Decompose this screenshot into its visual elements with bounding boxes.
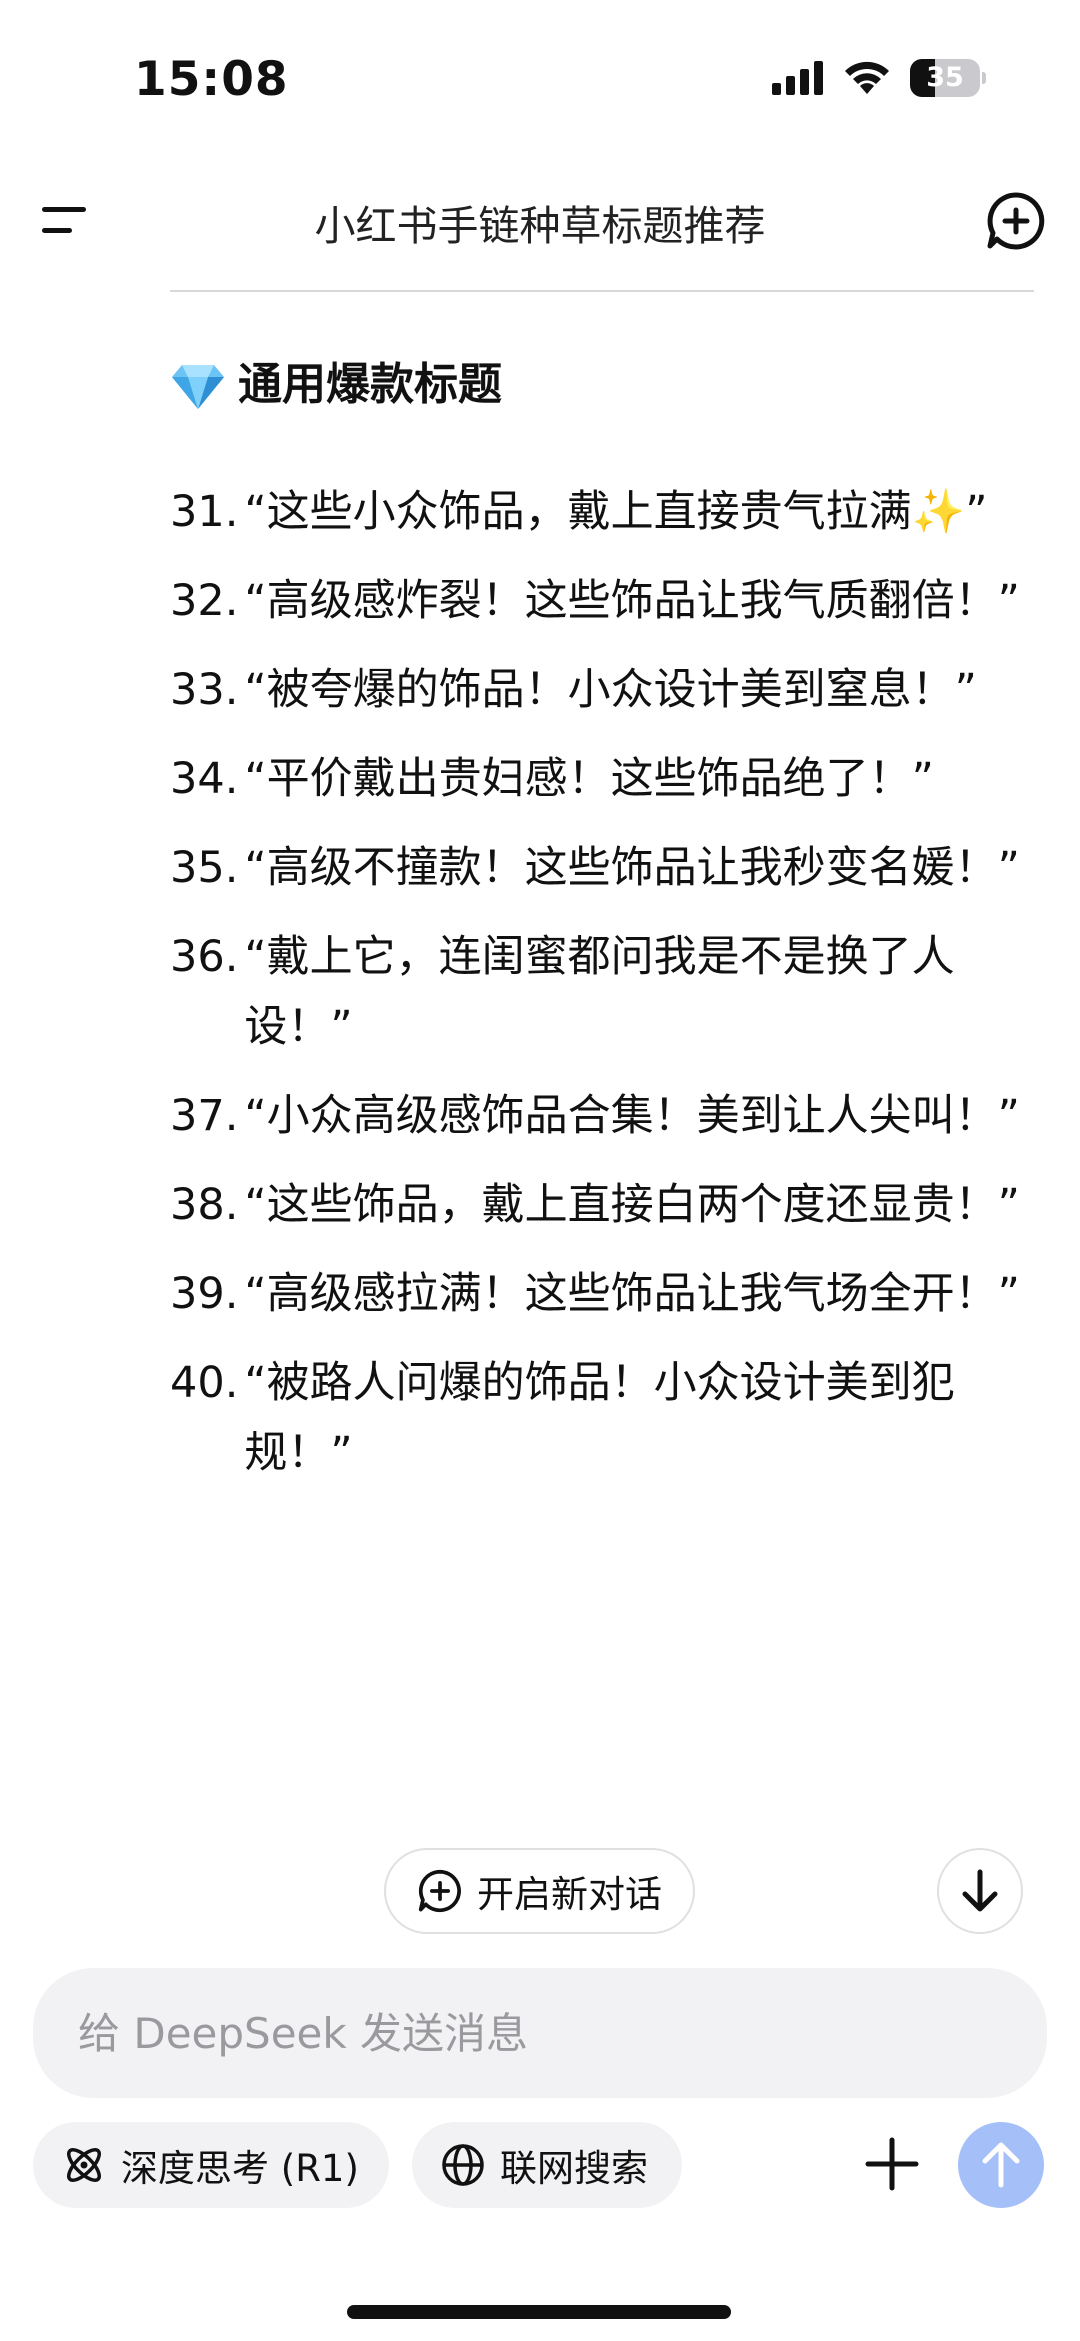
message-input[interactable] — [33, 1968, 1047, 2098]
list-item: 37. “小众高级感饰品合集！美到让人尖叫！” — [170, 1081, 1040, 1151]
list-item-text: “这些饰品，戴上直接白两个度还显贵！” — [244, 1180, 1020, 1230]
list-item-number: 31. — [170, 487, 239, 537]
list-item-number: 37. — [170, 1091, 239, 1141]
start-new-chat-button[interactable]: 开启新对话 — [384, 1848, 695, 1934]
list-item: 40. “被路人问爆的饰品！小众设计美到犯规！” — [170, 1348, 1040, 1488]
list-item: 35. “高级不撞款！这些饰品让我秒变名媛！” — [170, 833, 1040, 903]
arrow-up-icon — [982, 2142, 1020, 2188]
new-chat-plus-icon — [418, 1869, 461, 1913]
arrow-down-icon — [962, 1869, 998, 1912]
send-button[interactable] — [958, 2122, 1044, 2208]
atom-icon — [67, 2148, 101, 2182]
battery-level: 35 — [926, 62, 964, 93]
chat-content: 通用爆款标题 31. “这些小众饰品，戴上直接贵气拉满✨” 32. “高级感炸裂！这些… — [170, 345, 1040, 1507]
list-item: 38. “这些饰品，戴上直接白两个度还显贵！” — [170, 1170, 1040, 1240]
list-item-text: “这些小众饰品，戴上直接贵气拉满✨” — [244, 487, 988, 537]
list-item-text: “戴上它，连闺蜜都问我是不是换了人设！” — [244, 932, 955, 1052]
top-nav: 小红书手链种草标题推荐 — [0, 170, 1080, 270]
deep-think-label: 深度思考 (R1) — [121, 2147, 359, 2190]
list-item-number: 33. — [170, 665, 239, 715]
list-item: 34. “平价戴出贵妇感！这些饰品绝了！” — [170, 744, 1040, 814]
deep-think-button[interactable]: 深度思考 (R1) — [33, 2122, 389, 2208]
signal-icon — [772, 61, 823, 95]
web-search-label: 联网搜索 — [500, 2147, 648, 2190]
nav-divider — [170, 290, 1034, 292]
plus-icon[interactable] — [862, 2134, 922, 2194]
list-item-number: 34. — [170, 754, 239, 804]
list-item-text: “高级感拉满！这些饰品让我气场全开！” — [244, 1269, 1020, 1319]
web-search-button[interactable]: 联网搜索 — [412, 2122, 682, 2208]
globe-icon — [442, 2144, 484, 2186]
status-time: 15:08 — [134, 52, 289, 107]
list-item: 39. “高级感拉满！这些饰品让我气场全开！” — [170, 1259, 1040, 1329]
wifi-icon — [845, 61, 889, 94]
battery-icon: 35 — [910, 59, 986, 97]
list-item: 31. “这些小众饰品，戴上直接贵气拉满✨” — [170, 477, 1040, 547]
list-item-text: “高级感炸裂！这些饰品让我气质翻倍！” — [244, 576, 1020, 626]
list-item: 33. “被夸爆的饰品！小众设计美到窒息！” — [170, 655, 1040, 725]
list-item-number: 38. — [170, 1180, 239, 1230]
new-chat-plus-icon[interactable] — [985, 190, 1047, 252]
list-item-number: 36. — [170, 932, 239, 982]
list-item-number: 35. — [170, 843, 239, 893]
home-indicator — [347, 2305, 731, 2319]
list-item-text: “被夸爆的饰品！小众设计美到窒息！” — [244, 665, 977, 715]
list-item-number: 39. — [170, 1269, 239, 1319]
list-item-number: 40. — [170, 1358, 239, 1408]
list-item: 32. “高级感炸裂！这些饰品让我气质翻倍！” — [170, 566, 1040, 636]
list-item-text: “小众高级感饰品合集！美到让人尖叫！” — [244, 1091, 1020, 1141]
page-title: 小红书手链种草标题推荐 — [314, 202, 766, 250]
status-bar: 15:08 35 — [0, 0, 1080, 160]
scroll-down-button[interactable] — [937, 1848, 1023, 1934]
gem-icon — [172, 365, 224, 409]
section-heading: 通用爆款标题 — [170, 345, 1040, 425]
list-item: 36. “戴上它，连闺蜜都问我是不是换了人设！” — [170, 922, 1040, 1062]
list-item-number: 32. — [170, 576, 239, 626]
list-item-text: “高级不撞款！这些饰品让我秒变名媛！” — [244, 843, 1020, 893]
title-list: 31. “这些小众饰品，戴上直接贵气拉满✨” 32. “高级感炸裂！这些饰品让我气质翻… — [170, 477, 1040, 1488]
start-new-chat-label: 开启新对话 — [477, 1873, 662, 1916]
section-heading-text: 通用爆款标题 — [238, 359, 502, 410]
list-item-text: “平价戴出贵妇感！这些饰品绝了！” — [244, 754, 934, 804]
list-item-text: “被路人问爆的饰品！小众设计美到犯规！” — [244, 1358, 955, 1478]
